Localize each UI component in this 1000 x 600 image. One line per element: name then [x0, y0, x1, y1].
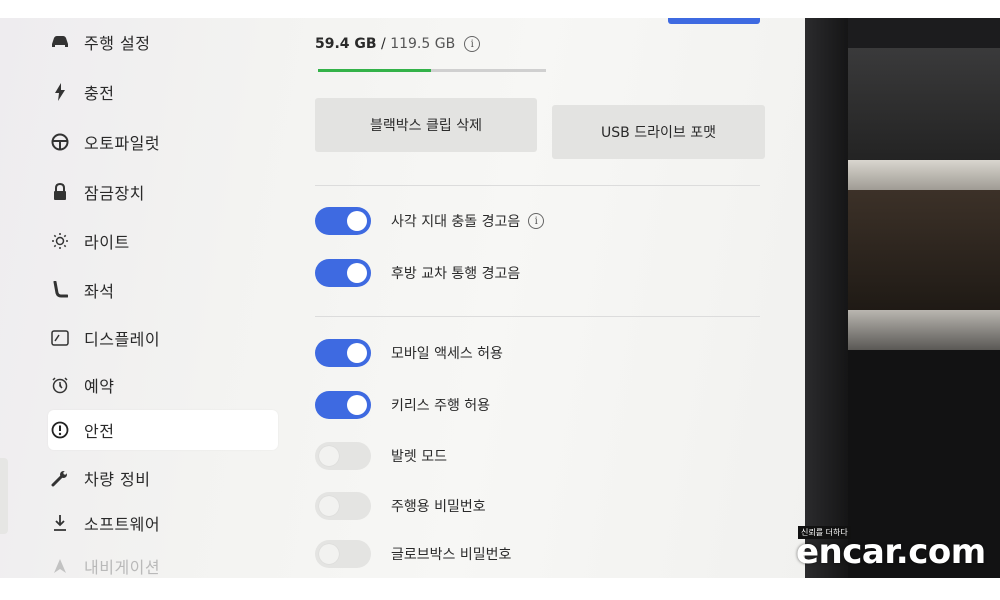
encar-watermark: 신뢰를 더하다 encar.com [790, 522, 1000, 572]
edge-panel-tab [0, 458, 8, 534]
section-divider [315, 185, 760, 186]
toggle-label: 주행용 비밀번호 [391, 499, 486, 515]
dashboard-trim [848, 190, 1000, 310]
navigation-icon [48, 556, 72, 576]
safety-settings-panel: 59.4 GB / 119.5 GB i 블랙박스 클립 삭제 USB 드라이브… [300, 18, 805, 578]
toggle-knob [347, 343, 367, 363]
sidebar-item-label: 내비게이션 [84, 558, 161, 577]
toggle-label: 모바일 액세스 허용 [391, 346, 503, 362]
dashboard-trim [848, 48, 1000, 166]
car-interior-background [848, 18, 1000, 578]
toggle-row-mobile-access: 모바일 액세스 허용 [315, 338, 503, 368]
lightning-icon [48, 82, 72, 102]
storage-progress-bar [318, 69, 546, 72]
sidebar-item-label: 디스플레이 [84, 330, 161, 349]
dashboard-trim [848, 160, 1000, 190]
storage-progress-fill [318, 69, 432, 72]
sidebar-item-software[interactable]: 소프트웨어 [48, 503, 278, 543]
light-icon [48, 231, 72, 251]
photo-top-border [0, 0, 1000, 18]
sidebar-item-safety[interactable]: 안전 [48, 410, 278, 450]
pin-to-drive-toggle[interactable] [315, 492, 371, 520]
toggle-label: 키리스 주행 허용 [391, 398, 491, 414]
valet-mode-toggle[interactable] [315, 442, 371, 470]
alarm-clock-icon [48, 375, 72, 395]
sidebar-item-autopilot[interactable]: 오토파일럿 [48, 122, 278, 162]
format-usb-button[interactable]: USB 드라이브 포맷 [552, 105, 765, 159]
sidebar-item-locks[interactable]: 잠금장치 [48, 172, 278, 212]
dashboard-trim [848, 310, 1000, 350]
glovebox-pin-toggle[interactable] [315, 540, 371, 568]
sidebar-item-charging[interactable]: 충전 [48, 72, 278, 112]
toggle-knob [319, 446, 339, 466]
toggle-row-valet-mode: 발렛 모드 [315, 441, 447, 471]
sidebar-item-seats[interactable]: 좌석 [48, 270, 278, 310]
toggle-row-glovebox-pin: 글로브박스 비밀번호 [315, 539, 511, 569]
info-icon[interactable]: i [464, 36, 481, 52]
sidebar-item-label: 오토파일럿 [84, 134, 161, 153]
sidebar-item-label: 좌석 [84, 282, 115, 301]
section-divider [315, 316, 760, 317]
sidebar-item-label: 소프트웨어 [84, 515, 161, 534]
format-usb-label: USB 드라이브 포맷 [601, 125, 716, 141]
wrench-icon [48, 468, 72, 488]
toggle-label: 후방 교차 통행 경고음 [391, 266, 521, 282]
sidebar-item-label: 주행 설정 [84, 34, 151, 53]
rear-cross-traffic-chime-toggle[interactable] [315, 259, 371, 287]
seat-icon [48, 280, 72, 300]
photo-bottom-border [0, 578, 1000, 600]
top-action-button[interactable] [668, 18, 760, 24]
sidebar-item-label: 충전 [84, 84, 115, 103]
sidebar-item-label: 잠금장치 [84, 184, 145, 203]
toggle-row-rear-cross-traffic-chime: 후방 교차 통행 경고음 [315, 258, 520, 288]
toggle-knob [347, 211, 367, 231]
sidebar-item-label: 안전 [84, 422, 115, 441]
info-icon[interactable]: i [528, 213, 545, 229]
watermark-brand: encar.com [796, 532, 986, 572]
settings-sidebar: 주행 설정 충전 오토파일럿 잠금장치 라이트 좌석 디스플레이 예약 안전 차… [0, 18, 290, 578]
sidebar-item-label: 예약 [84, 377, 115, 396]
screen-bezel [805, 18, 850, 578]
blind-spot-chime-toggle[interactable] [315, 207, 371, 235]
sidebar-item-driving-settings[interactable]: 주행 설정 [48, 22, 278, 62]
display-icon [48, 328, 72, 348]
storage-separator: / [376, 36, 391, 52]
delete-dashcam-clips-label: 블랙박스 클립 삭제 [370, 118, 482, 134]
lock-icon [48, 182, 72, 202]
toggle-label: 사각 지대 충돌 경고음 [391, 214, 521, 230]
storage-total: 119.5 GB [390, 36, 456, 52]
sidebar-item-service[interactable]: 차량 정비 [48, 458, 278, 498]
toggle-row-blind-spot-chime: 사각 지대 충돌 경고음 i [315, 206, 545, 236]
toggle-knob [319, 544, 339, 564]
storage-used: 59.4 GB [315, 36, 377, 52]
touchscreen: 주행 설정 충전 오토파일럿 잠금장치 라이트 좌석 디스플레이 예약 안전 차… [0, 18, 810, 578]
steering-wheel-icon [48, 132, 72, 152]
toggle-knob [319, 496, 339, 516]
toggle-knob [347, 263, 367, 283]
sidebar-item-lights[interactable]: 라이트 [48, 221, 278, 261]
sidebar-item-label: 라이트 [84, 233, 130, 252]
delete-dashcam-clips-button[interactable]: 블랙박스 클립 삭제 [315, 98, 537, 152]
sidebar-item-navigation[interactable]: 내비게이션 [48, 546, 278, 578]
download-icon [48, 513, 72, 533]
car-icon [48, 32, 72, 52]
keyless-driving-toggle[interactable] [315, 391, 371, 419]
sidebar-item-label: 차량 정비 [84, 470, 151, 489]
toggle-label: 발렛 모드 [391, 449, 447, 465]
toggle-row-keyless-driving: 키리스 주행 허용 [315, 390, 490, 420]
storage-usage: 59.4 GB / 119.5 GB i [315, 36, 481, 52]
toggle-knob [347, 395, 367, 415]
sidebar-item-display[interactable]: 디스플레이 [48, 318, 278, 358]
exclamation-circle-icon [48, 420, 72, 440]
sidebar-item-schedule[interactable]: 예약 [48, 365, 278, 405]
toggle-label: 글로브박스 비밀번호 [391, 547, 512, 563]
mobile-access-toggle[interactable] [315, 339, 371, 367]
toggle-row-pin-to-drive: 주행용 비밀번호 [315, 491, 486, 521]
